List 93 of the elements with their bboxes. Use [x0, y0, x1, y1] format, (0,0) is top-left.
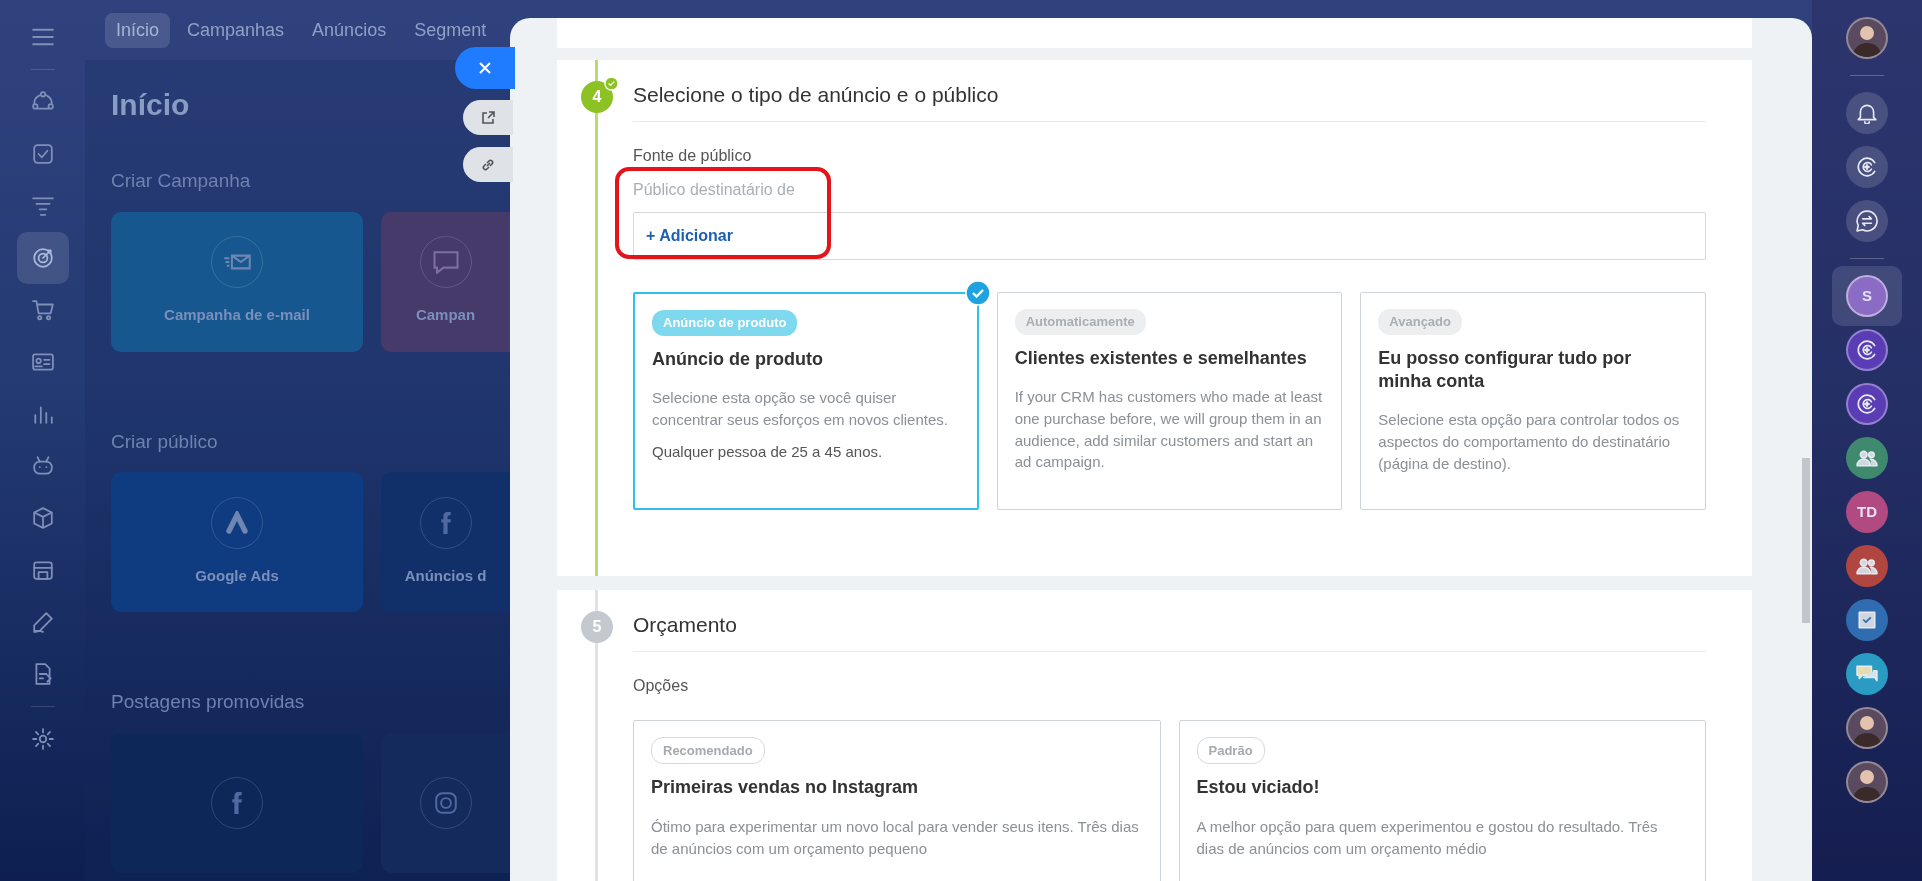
tile-label: Campanha de e-mail: [164, 305, 310, 326]
funnel-icon: [31, 195, 54, 217]
checkbox-icon: [31, 143, 54, 165]
store-icon: [31, 559, 54, 581]
option-description: If your CRM has customers who made at least one purchase before, we will group them in an audience, add similar customers and start an ad campaign.: [1014, 387, 1324, 473]
done-check-icon: [604, 76, 619, 91]
option-card[interactable]: Avançado Eu posso configurar tudo por minha conta Selecione esta opção para controlar todos os aspectos do comportamento do destinatário (página de destino).: [1360, 292, 1706, 510]
option-description: Selecione esta opção para controlar todos os aspectos do comportamento do destinatário (página de destino).: [1378, 410, 1681, 474]
cart-icon: [31, 299, 54, 321]
spiral-button[interactable]: [1846, 146, 1888, 188]
option-card[interactable]: Automaticamente Clientes existentes e semelhantes If your CRM has customers who made at least one purchase before, we will group them in an audience, add similar customers and start an ad campaign.: [996, 292, 1343, 510]
option-card[interactable]: Padrão Estou viciado! A melhor opção para quem experimentou e gostou do resultado. Três dias de anúncios com um orçamento médio: [1178, 719, 1706, 881]
option-title: Estou viciado!: [1196, 776, 1321, 800]
tile-card[interactable]: [111, 732, 363, 873]
user-avatar[interactable]: [1846, 707, 1888, 749]
nav-tab[interactable]: Segment: [403, 12, 498, 48]
section-title: Postagens promovidas: [111, 690, 305, 714]
tile-label: Google Ads: [195, 565, 279, 586]
tile-label: Campan: [415, 305, 476, 326]
link-icon: [480, 156, 496, 173]
field-label: Opções: [633, 675, 689, 696]
check-icon: [964, 280, 991, 307]
tile-card[interactable]: Campanha de e-mail: [111, 211, 363, 352]
audience-field[interactable]: + Adicionar: [633, 212, 1706, 261]
close-button[interactable]: [455, 47, 515, 89]
box-icon: [31, 507, 54, 529]
chat-button[interactable]: [1846, 653, 1888, 695]
scrollbar[interactable]: [1802, 458, 1810, 623]
chat-bubble-icon: [432, 250, 459, 274]
camera-icon: [434, 791, 457, 814]
spiral-button[interactable]: [1846, 329, 1888, 371]
option-title: Eu posso configurar tudo por minha conta: [1378, 346, 1633, 394]
option-title: Anúncio de produto: [652, 347, 824, 371]
facebook-icon: [231, 790, 243, 815]
nav-tab[interactable]: Anúncios: [301, 12, 398, 48]
tile-card[interactable]: Anúncios d: [381, 472, 510, 612]
close-icon: [477, 60, 493, 76]
option-title: Clientes existentes e semelhantes: [1014, 346, 1308, 370]
tile-card[interactable]: Google Ads: [111, 472, 363, 612]
pen-icon: [31, 611, 54, 633]
settings-icon: [31, 728, 54, 750]
task-icon: [1856, 609, 1878, 631]
tile-card[interactable]: Campan: [381, 211, 510, 352]
option-tag: Avançado: [1378, 309, 1462, 335]
robot-icon: [31, 455, 54, 477]
field-label: Fonte de público: [633, 146, 752, 167]
option-card[interactable]: Recomendado Primeiras vendas no Instagram Ótimo para experimentar um novo local para vender seus itens. Três dias de anúncios com um orçamento pequeno: [633, 719, 1161, 881]
section-title: Criar Campanha: [111, 169, 251, 193]
nav-tab[interactable]: Início: [105, 12, 171, 48]
step-number: 5: [581, 610, 613, 643]
option-tag: Anúncio de produto: [652, 310, 798, 336]
nav-tab[interactable]: Campanhas: [176, 12, 296, 48]
option-tag: Automaticamente: [1014, 309, 1146, 335]
spiral-button[interactable]: [1846, 383, 1888, 425]
option-description: A melhor opção para quem experimentou e gostou do resultado. Três dias de anúncios com um orçamento médio: [1196, 816, 1659, 859]
tile-label: Anúncios d: [404, 565, 487, 586]
envelope-icon: [223, 254, 251, 271]
spiral-icon: [1856, 339, 1878, 361]
task-button[interactable]: [1846, 599, 1888, 641]
field-label: Público destinatário de: [633, 180, 795, 201]
people-button[interactable]: [1846, 437, 1888, 479]
people-button[interactable]: [1846, 545, 1888, 587]
step-title: Orçamento: [633, 611, 1706, 652]
option-tag: Padrão: [1196, 736, 1265, 765]
option-note: Qualquer pessoa de 25 a 45 anos.: [652, 441, 884, 462]
spiral-icon: [1856, 393, 1878, 415]
chat-arrows-button[interactable]: [1846, 200, 1888, 242]
section-title: Criar público: [111, 429, 218, 454]
facebook-icon: [439, 510, 452, 535]
target-button[interactable]: [16, 232, 69, 284]
user-avatar[interactable]: [1846, 17, 1888, 59]
chat-avatar[interactable]: TD: [1846, 491, 1888, 533]
option-description: Selecione esta opção se você quiser concentrar seus esforços em novos clientes.: [652, 388, 949, 430]
option-description: Ótimo para experimentar um novo local para vender seus itens. Três dias de anúncios com um orçamento pequeno: [651, 816, 1140, 859]
target-icon: [31, 247, 54, 269]
bell-icon: [1856, 102, 1878, 124]
page-title: Início: [111, 87, 190, 123]
option-card[interactable]: Anúncio de produto Anúncio de produto Selecione esta opção se você quiser concentrar seus esforços em novos clientes. Qualquer pessoa de 25 a 45 anos.: [633, 292, 979, 510]
step-title: Selecione o tipo de anúncio e o público: [633, 82, 1706, 123]
option-title: Primeiras vendas no Instagram: [651, 776, 920, 800]
copy-link-button[interactable]: [463, 147, 513, 182]
open-in-new-window-button[interactable]: [463, 100, 513, 135]
triangle-logo-icon: [225, 510, 249, 535]
menu-icon: [31, 26, 54, 48]
option-tag: Recomendado: [651, 736, 765, 765]
chat-avatar[interactable]: S: [1846, 275, 1888, 317]
user-avatar[interactable]: [1846, 761, 1888, 803]
bell-button[interactable]: [1846, 92, 1888, 134]
add-link[interactable]: + Adicionar: [646, 224, 733, 249]
spiral-icon: [1856, 156, 1878, 178]
contact-card-icon: [31, 351, 54, 373]
chat-arrows-icon: [1856, 210, 1878, 232]
external-link-icon: [480, 109, 496, 126]
